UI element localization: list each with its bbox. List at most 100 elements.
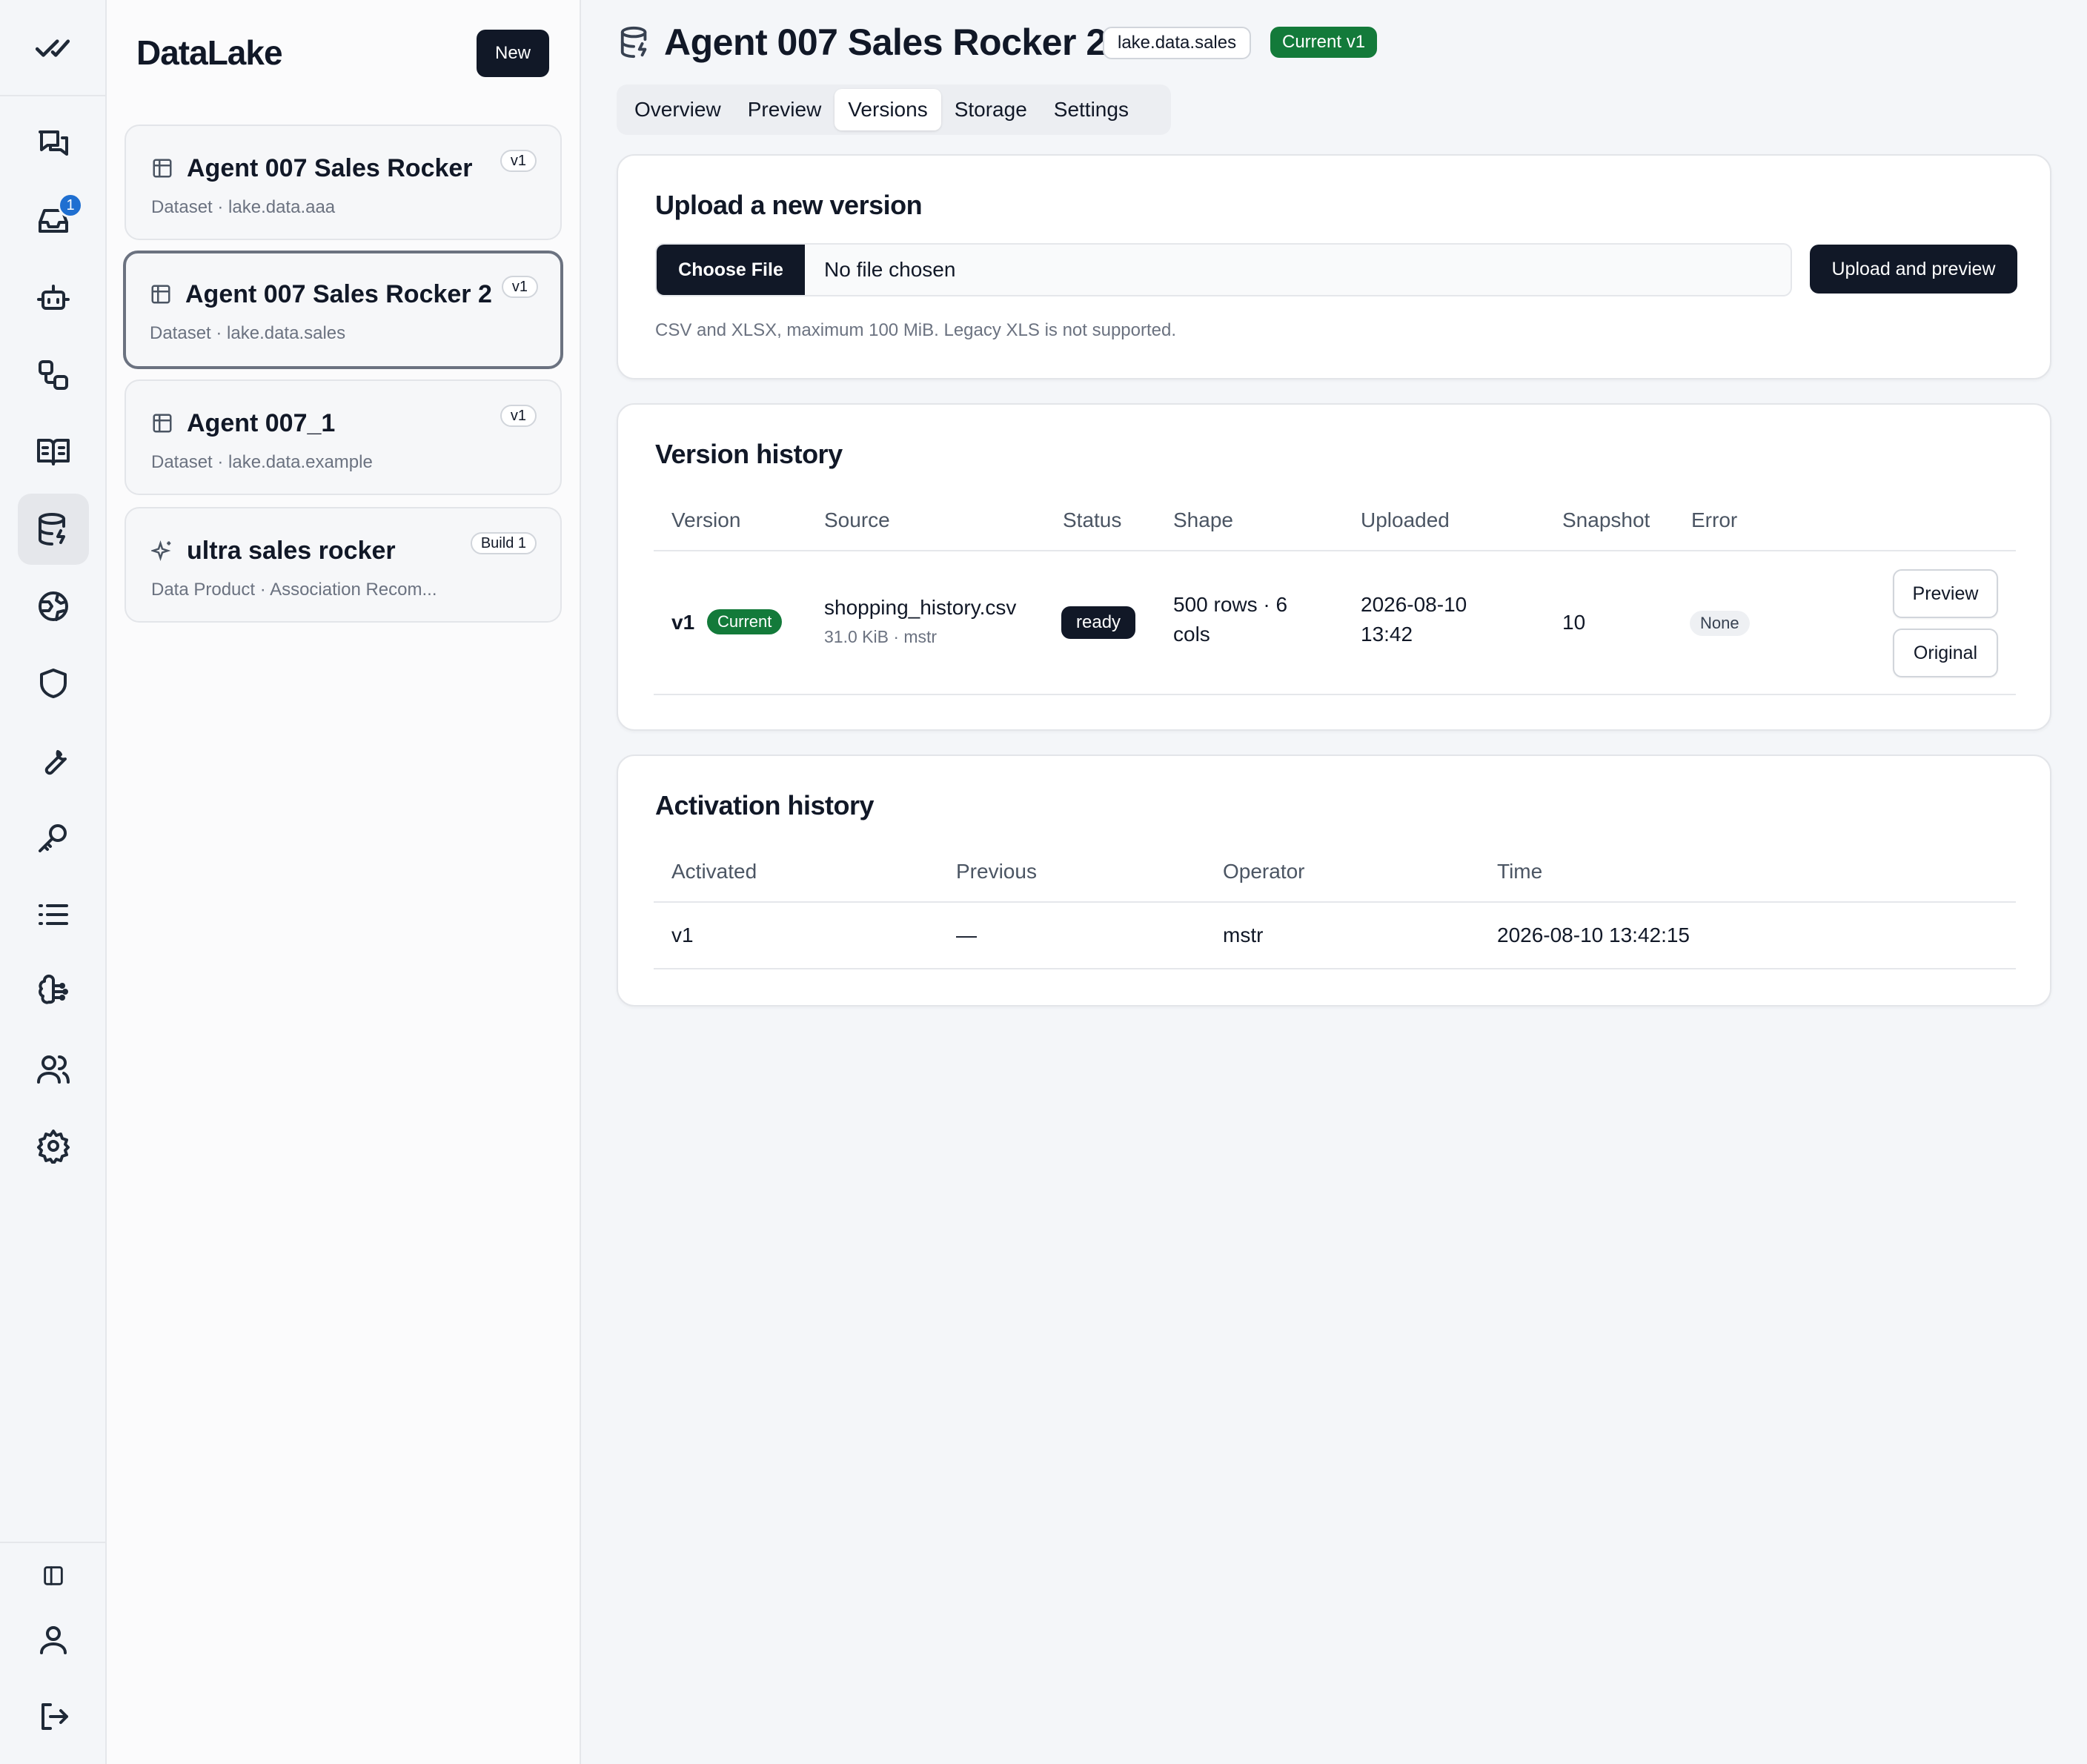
dataset-card-subtitle: Dataset · lake.data.aaa: [151, 197, 336, 217]
database-icon: [618, 24, 652, 61]
key-icon: [39, 824, 67, 852]
dataset-card-title: Agent 007 Sales Rocker 2: [185, 280, 492, 308]
column-header: Time: [1497, 860, 1543, 883]
wrench-icon: [44, 750, 67, 775]
book-icon: [37, 439, 70, 465]
rail-workflow-button[interactable]: [18, 339, 89, 411]
tab-preview[interactable]: Preview: [734, 89, 835, 130]
previous-cell: —: [956, 924, 977, 946]
table-divider: [654, 550, 2016, 551]
rail-settings-button[interactable]: [18, 1110, 89, 1181]
rail-inbox-button[interactable]: 1: [18, 185, 89, 256]
rail-docs-button[interactable]: [18, 417, 89, 488]
chat-icon: [39, 130, 68, 156]
uploaded-time: 13:42: [1361, 623, 1413, 646]
rail-agents-button[interactable]: [18, 262, 89, 334]
tab-storage[interactable]: Storage: [941, 89, 1041, 130]
column-header: Operator: [1223, 860, 1305, 883]
tab-settings[interactable]: Settings: [1041, 89, 1142, 130]
logout-icon: [42, 1703, 68, 1730]
dataset-card-selected[interactable]: Agent 007 Sales Rocker 2 Dataset · lake.…: [123, 251, 563, 369]
status-badge: ready: [1061, 606, 1136, 639]
column-header: Version: [671, 508, 741, 531]
current-badge: Current: [707, 609, 783, 634]
preview-version-button[interactable]: Preview: [1893, 569, 1998, 618]
column-header: Source: [824, 508, 890, 531]
column-header: Status: [1063, 508, 1122, 531]
rail-globe-button[interactable]: [18, 571, 89, 642]
dataset-card[interactable]: Agent 007 Sales Rocker Dataset · lake.da…: [125, 125, 562, 240]
data-product-card-subtitle: Data Product · Association Recom...: [151, 580, 437, 600]
dataset-version-pill: v1: [500, 405, 537, 427]
upload-and-preview-button[interactable]: Upload and preview: [1810, 245, 2017, 294]
table-icon: [151, 157, 173, 179]
tab-versions[interactable]: Versions: [835, 89, 941, 130]
current-version-badge: Current v1: [1270, 27, 1378, 58]
snapshot-cell: 10: [1562, 611, 1586, 634]
table-icon: [150, 283, 172, 305]
column-header: Activated: [671, 860, 757, 883]
upload-panel: Upload a new version Choose File No file…: [617, 154, 2051, 379]
operator-cell: mstr: [1223, 924, 1264, 946]
rail-toggle-sidebar-button[interactable]: [18, 1540, 89, 1611]
rail-users-button[interactable]: [18, 1033, 89, 1104]
data-product-card-title: ultra sales rocker: [187, 537, 396, 565]
table-icon: [151, 412, 173, 434]
activation-history-panel: Activation history Activated Previous Op…: [617, 755, 2051, 1007]
time-cell: 2026-08-10 13:42:15: [1497, 924, 1690, 946]
data-product-card[interactable]: ultra sales rocker Data Product · Associ…: [125, 507, 562, 623]
dataset-card-subtitle: Dataset · lake.data.sales: [150, 323, 346, 343]
table-divider: [654, 694, 2016, 695]
version-cell: v1: [671, 611, 695, 634]
shape-cell-line1: 500 rows · 6: [1173, 593, 1288, 616]
column-header: Previous: [956, 860, 1037, 883]
activated-cell: v1: [671, 924, 694, 946]
rail-profile-button[interactable]: [18, 1604, 89, 1675]
tab-overview[interactable]: Overview: [621, 89, 734, 130]
dataset-key-badge: lake.data.sales: [1103, 27, 1252, 59]
file-input[interactable]: Choose File No file chosen: [655, 243, 1792, 296]
rail-logout-button[interactable]: [18, 1681, 89, 1752]
activation-history-title: Activation history: [655, 790, 875, 820]
choose-file-button[interactable]: Choose File: [657, 245, 805, 295]
tab-bar: Overview Preview Versions Storage Settin…: [617, 84, 1171, 135]
inbox-badge: 1: [58, 193, 83, 218]
rail-brain-button[interactable]: [18, 956, 89, 1027]
upload-hint: CSV and XLSX, maximum 100 MiB. Legacy XL…: [655, 320, 1177, 340]
dataset-card-subtitle: Dataset · lake.data.example: [151, 452, 373, 472]
dataset-version-pill: v1: [500, 150, 537, 172]
new-dataset-button[interactable]: New: [477, 30, 549, 77]
panel-icon: [44, 1566, 63, 1585]
check-all-icon: [35, 39, 70, 57]
app-logo[interactable]: [0, 0, 105, 96]
shield-icon: [40, 669, 67, 698]
dataset-card-title: Agent 007_1: [187, 409, 336, 437]
column-header: Error: [1691, 508, 1738, 531]
bot-icon: [37, 285, 70, 310]
rail-datalake-button[interactable]: [18, 494, 89, 565]
workflow-icon: [39, 360, 68, 390]
file-name-text: No file chosen: [824, 258, 956, 281]
icon-rail: 1: [0, 0, 107, 1764]
rail-chat-button[interactable]: [18, 108, 89, 179]
settings-icon: [37, 1130, 70, 1164]
rail-tools-button[interactable]: [18, 725, 89, 796]
dataset-card-title: Agent 007 Sales Rocker: [187, 154, 473, 182]
user-icon: [40, 1626, 67, 1654]
rail-keys-button[interactable]: [18, 802, 89, 873]
source-meta: 31.0 KiB · mstr: [824, 627, 938, 646]
dataset-sidebar: DataLake New Agent 007 Sales Rocker Data…: [107, 0, 581, 1764]
table-divider: [654, 968, 2016, 969]
brain-icon: [39, 974, 68, 1004]
dataset-version-pill: v1: [501, 276, 538, 298]
dataset-card[interactable]: Agent 007_1 Dataset · lake.data.example …: [125, 379, 562, 495]
original-download-button[interactable]: Original: [1893, 629, 1998, 677]
database-icon: [39, 513, 65, 546]
shape-cell-line2: cols: [1173, 623, 1210, 646]
rail-list-button[interactable]: [18, 879, 89, 950]
table-divider: [654, 901, 2016, 903]
upload-title: Upload a new version: [655, 190, 923, 220]
column-header: Snapshot: [1562, 508, 1650, 531]
error-badge: None: [1690, 611, 1750, 636]
rail-security-button[interactable]: [18, 648, 89, 719]
